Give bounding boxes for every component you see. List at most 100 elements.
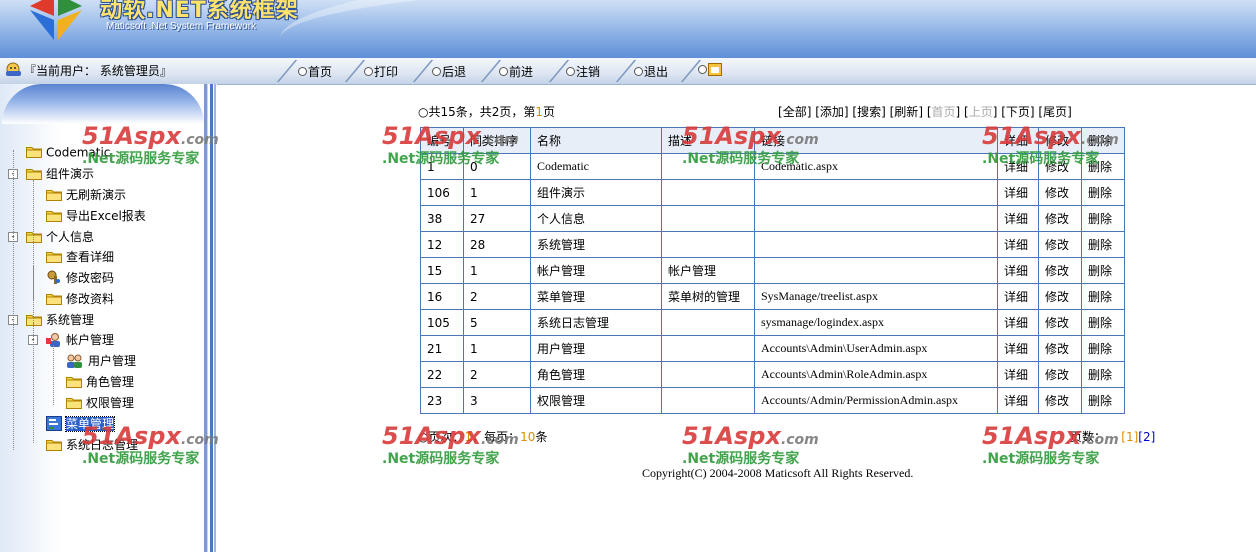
nav-bar: 『当前用户： 系统管理员』 首页 打印 后退 前进 注销 退出: [0, 58, 1256, 85]
row-action-link[interactable]: 修改: [1038, 179, 1082, 206]
table-row: 22 2 角色管理 Accounts\Admin\RoleAdmin.aspx 详细 修改…: [420, 361, 1125, 388]
table-cell: 1: [463, 257, 531, 284]
watermark-logo-text: 51Aspx.com: [382, 122, 519, 150]
action-1[interactable]: [添加]: [815, 105, 852, 119]
tree-item-label: 修改密码: [66, 271, 115, 285]
nav-extra-button[interactable]: [698, 63, 722, 77]
table-cell: 23: [420, 387, 464, 414]
action-3[interactable]: [刷新]: [890, 105, 927, 119]
action-2[interactable]: [搜索]: [852, 105, 889, 119]
bracket: ]: [918, 105, 927, 119]
watermark: 51Aspx.com .Net源码服务专家: [382, 422, 519, 468]
row-action-link[interactable]: 删除: [1081, 361, 1125, 388]
watermark-slogan: .Net源码服务专家: [682, 151, 800, 167]
tree-item[interactable]: 用户管理: [66, 352, 136, 371]
radio-dot-icon: [698, 65, 707, 74]
table-cell: [754, 257, 998, 284]
row-action-link[interactable]: 删除: [1081, 309, 1125, 336]
tree-item[interactable]: 导出Excel报表: [46, 207, 146, 225]
watermark: 51Aspx.com .Net源码服务专家: [682, 422, 819, 468]
row-action-link[interactable]: 修改: [1038, 257, 1082, 284]
row-action-link[interactable]: 修改: [1038, 231, 1082, 258]
tree-item[interactable]: 角色管理: [66, 373, 134, 391]
table-cell: 106: [420, 179, 464, 206]
table-cell: [661, 335, 755, 362]
row-action-link[interactable]: 详细: [997, 387, 1039, 414]
sidebar-header: [2, 84, 204, 124]
nav-forward-label: 前进: [509, 65, 534, 79]
watermark-slogan: .Net源码服务专家: [382, 151, 500, 167]
row-action-link[interactable]: 删除: [1081, 179, 1125, 206]
table-cell: [661, 231, 755, 258]
header-swoosh: [280, 0, 1256, 58]
folder-icon: [26, 230, 42, 246]
table-cell: sysmanage/logindex.aspx: [754, 309, 998, 336]
tree-item[interactable]: 修改资料: [46, 290, 114, 308]
action-0[interactable]: [全部]: [778, 105, 815, 119]
row-action-link[interactable]: 删除: [1081, 335, 1125, 362]
nav-separator: [412, 60, 434, 82]
nav-home[interactable]: 首页: [298, 63, 332, 80]
row-action-link[interactable]: 删除: [1081, 257, 1125, 284]
nav-print[interactable]: 打印: [364, 63, 398, 80]
action-6[interactable]: [下页]: [1001, 105, 1038, 119]
tree-item-label: 角色管理: [86, 375, 135, 389]
table-cell: 15: [420, 257, 464, 284]
row-action-link[interactable]: 删除: [1081, 205, 1125, 232]
watermark-logo-text: 51Aspx.com: [982, 422, 1119, 450]
row-action-link[interactable]: 修改: [1038, 335, 1082, 362]
nav-logout[interactable]: 注销: [566, 63, 600, 80]
nav-back[interactable]: 后退: [432, 63, 466, 80]
tree-item[interactable]: 查看详细: [46, 248, 114, 266]
tree-item[interactable]: 修改密码: [46, 269, 114, 288]
row-action-link[interactable]: 详细: [997, 361, 1039, 388]
tree-item[interactable]: 权限管理: [66, 394, 134, 412]
row-action-link[interactable]: 详细: [997, 309, 1039, 336]
row-action-link[interactable]: 修改: [1038, 309, 1082, 336]
action-7[interactable]: [尾页]: [1038, 105, 1071, 119]
paging-per-page: 10: [520, 430, 536, 444]
action-4: [首页]: [927, 105, 964, 119]
summary-page: 1: [535, 105, 544, 119]
row-action-link[interactable]: 修改: [1038, 387, 1082, 414]
row-action-link[interactable]: 删除: [1081, 283, 1125, 310]
table-cell: 角色管理: [530, 361, 662, 388]
folder-icon: [26, 145, 42, 161]
current-user-box: 『当前用户： 系统管理员』: [0, 58, 210, 84]
tree-item[interactable]: 无刷新演示: [46, 186, 126, 204]
table-cell: 105: [420, 309, 464, 336]
row-action-link[interactable]: 删除: [1081, 231, 1125, 258]
nav-forward[interactable]: 前进: [499, 63, 533, 80]
tree-item-label: 帐户管理: [66, 333, 115, 347]
nav-home-label: 首页: [308, 65, 333, 79]
nav-exit-label: 退出: [644, 65, 669, 79]
tree-item[interactable]: 个人信息: [26, 228, 94, 246]
action-label: 搜索: [857, 105, 882, 119]
row-action-link[interactable]: 修改: [1038, 205, 1082, 232]
row-action-link[interactable]: 详细: [997, 231, 1039, 258]
row-action-link[interactable]: 删除: [1081, 387, 1125, 414]
tree-item[interactable]: 帐户管理: [46, 331, 114, 350]
bracket: ]: [992, 105, 1002, 119]
row-action-link[interactable]: 详细: [997, 257, 1039, 284]
page-link-1[interactable]: [1]: [1121, 430, 1138, 444]
action-label: 全部: [782, 105, 807, 119]
page-link-2[interactable]: [2]: [1138, 430, 1155, 444]
watermark-logo-text: 51Aspx.com: [82, 122, 219, 150]
tree-guide-line: [13, 150, 14, 450]
tree-guide-line: [53, 345, 54, 405]
table-cell: 1: [463, 179, 531, 206]
row-action-link[interactable]: 修改: [1038, 283, 1082, 310]
table-cell: Accounts/Admin/PermissionAdmin.aspx: [754, 387, 998, 414]
tree-item[interactable]: 系统管理: [26, 311, 94, 329]
row-action-link[interactable]: 详细: [997, 179, 1039, 206]
row-action-link[interactable]: 详细: [997, 283, 1039, 310]
table-cell: [754, 205, 998, 232]
current-user-label: 『当前用户： 系统管理员』: [24, 64, 172, 78]
row-action-link[interactable]: 修改: [1038, 361, 1082, 388]
watermark: 51Aspx.com .Net源码服务专家: [82, 122, 219, 168]
row-action-link[interactable]: 详细: [997, 205, 1039, 232]
nav-exit[interactable]: 退出: [634, 63, 668, 80]
action-5: [上页]: [964, 105, 1001, 119]
row-action-link[interactable]: 详细: [997, 335, 1039, 362]
